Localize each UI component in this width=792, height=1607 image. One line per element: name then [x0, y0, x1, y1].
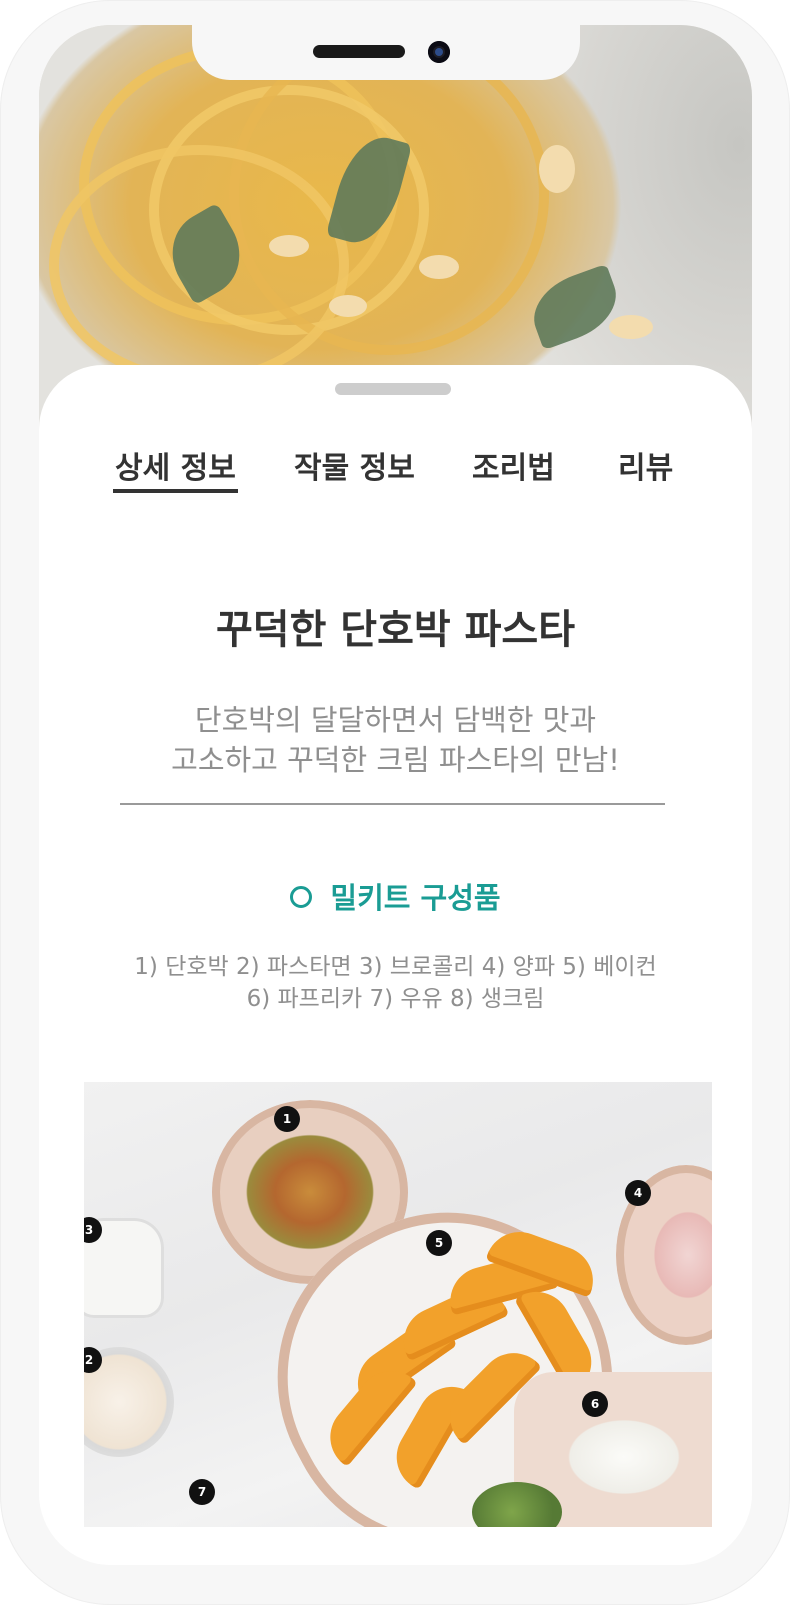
ingredient-list: 1) 단호박 2) 파스타면 3) 브로콜리 4) 양파 5) 베이컨 6) 파… — [39, 951, 752, 1015]
item-number-badge: 7 — [189, 1479, 215, 1505]
speaker-icon — [313, 45, 405, 58]
tab-review[interactable]: 리뷰 — [618, 443, 673, 487]
ingredient-line: 1) 단호박 2) 파스타면 3) 브로콜리 4) 양파 5) 베이컨 — [134, 954, 657, 980]
item-number-badge: 6 — [582, 1391, 608, 1417]
recipe-title: 꾸덕한 단호박 파스타 — [215, 607, 576, 653]
item-number-badge: 1 — [274, 1106, 300, 1132]
detail-sheet: 상세 정보 작물 정보 조리법 리뷰 꾸덕한 단호박 파스타 단호박의 달달하면… — [39, 365, 752, 1565]
tab-recipe[interactable]: 조리법 — [472, 443, 555, 487]
circle-outline-icon — [290, 886, 313, 908]
camera-icon — [428, 41, 450, 63]
item-number-badge: 5 — [426, 1230, 452, 1256]
tab-crop-info[interactable]: 작물 정보 — [294, 443, 415, 487]
meal-kit-heading-label: 밀키트 구성품 — [330, 881, 501, 915]
meal-kit-heading: 밀키트 구성품 — [39, 875, 752, 917]
description-line: 단호박의 달달하면서 담백한 맛과 — [194, 703, 597, 737]
app-screen: 상세 정보 작물 정보 조리법 리뷰 꾸덕한 단호박 파스타 단호박의 달달하면… — [39, 25, 752, 1565]
meal-kit-photo: 1 2 3 4 5 6 7 — [84, 1082, 712, 1527]
item-number-badge: 4 — [625, 1180, 651, 1206]
tab-detail-info[interactable]: 상세 정보 — [113, 443, 238, 493]
divider — [120, 803, 665, 805]
description-line: 고소하고 꾸덕한 크림 파스타의 만남! — [171, 743, 620, 777]
ingredient-line: 6) 파프리카 7) 우유 8) 생크림 — [246, 986, 545, 1012]
tab-bar: 상세 정보 작물 정보 조리법 리뷰 — [39, 443, 752, 503]
drag-handle[interactable] — [335, 383, 451, 395]
recipe-description: 단호박의 달달하면서 담백한 맛과 고소하고 꾸덕한 크림 파스타의 만남! — [39, 700, 752, 780]
